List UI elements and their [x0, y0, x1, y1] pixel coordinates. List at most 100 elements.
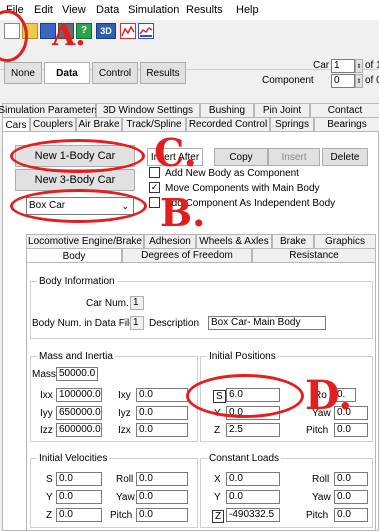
- tab-adhesion[interactable]: Adhesion: [144, 234, 196, 248]
- constant-loads-title: Constant Loads: [207, 453, 282, 464]
- roll-load-field[interactable]: 0.0: [334, 472, 368, 486]
- tab-recorded-control[interactable]: Recorded Control: [186, 117, 270, 131]
- tab-simulation-parameters[interactable]: Simulation Parameters: [0, 103, 100, 117]
- pitch-load-field[interactable]: 0.0: [334, 508, 368, 522]
- tab-track-spline[interactable]: Track/Spline: [122, 117, 186, 131]
- run-plot-line-icon: [139, 26, 153, 37]
- tab-resistance[interactable]: Resistance: [252, 248, 376, 262]
- data-mode-button[interactable]: Data: [44, 62, 90, 84]
- roll-load-label: Roll: [312, 474, 330, 485]
- tab-3d-window-settings[interactable]: 3D Window Settings: [96, 103, 200, 117]
- car-label: Car: [313, 60, 330, 71]
- car-num-label: Car Num.: [86, 298, 129, 309]
- mass-inertia-title: Mass and Inertia: [37, 351, 115, 362]
- annotation-b: B.: [160, 190, 206, 235]
- x-load-field[interactable]: 0.0: [226, 472, 280, 486]
- pitch-position-field[interactable]: 0.0: [334, 423, 368, 437]
- results-mode-button[interactable]: Results: [140, 62, 186, 84]
- izx-field[interactable]: 0.0: [136, 423, 188, 437]
- initial-positions-title: Initial Positions: [207, 351, 278, 362]
- description-field[interactable]: Box Car- Main Body: [208, 316, 326, 330]
- car-num-field: 1: [130, 296, 144, 310]
- menu-view[interactable]: View: [62, 4, 86, 16]
- yaw-load-field[interactable]: 0.0: [334, 490, 368, 504]
- component-of-label: of 0: [365, 75, 379, 86]
- menu-bar: File Edit View Data Simulation Results H…: [0, 0, 379, 20]
- y-load-field[interactable]: 0.0: [226, 490, 280, 504]
- tab-brake[interactable]: Brake: [272, 234, 314, 248]
- menu-results[interactable]: Results: [186, 4, 223, 16]
- annotation-a: A.: [52, 18, 86, 53]
- tab-wheels-axles[interactable]: Wheels & Axles: [196, 234, 272, 248]
- ixx-label: Ixx: [40, 390, 53, 401]
- iyy-field[interactable]: 650000.0: [56, 406, 102, 420]
- tab-bushing[interactable]: Bushing: [200, 103, 254, 117]
- tab-locomotive-engine-brake[interactable]: Locomotive Engine/Brake: [26, 234, 144, 248]
- roll-velocity-label: Roll: [116, 474, 134, 485]
- tab-degrees-of-freedom[interactable]: Degrees of Freedom: [122, 248, 252, 262]
- pitch-velocity-label: Pitch: [110, 510, 133, 521]
- menu-help[interactable]: Help: [236, 4, 259, 16]
- add-component-independent-checkbox[interactable]: [149, 197, 160, 208]
- menu-edit[interactable]: Edit: [34, 4, 53, 16]
- run-plot-icon[interactable]: [138, 23, 154, 39]
- s-velocity-label: S: [46, 474, 53, 485]
- delete-button[interactable]: Delete: [322, 148, 368, 166]
- copy-button[interactable]: Copy: [214, 148, 268, 166]
- yaw-velocity-label: Yaw: [116, 492, 135, 503]
- control-mode-button[interactable]: Control: [92, 62, 138, 84]
- tab-graphics[interactable]: Graphics: [314, 234, 376, 248]
- sub-tabs-row1: Locomotive Engine/Brake Adhesion Wheels …: [26, 234, 376, 248]
- annotation-ring-c: [10, 139, 145, 173]
- body-info-group: Body Information: [30, 276, 373, 339]
- none-mode-button[interactable]: None: [4, 62, 42, 84]
- tab-couplers[interactable]: Couplers: [30, 117, 76, 131]
- z-position-label: Z: [214, 425, 221, 436]
- menu-simulation[interactable]: Simulation: [128, 4, 179, 16]
- roll-velocity-field[interactable]: 0.0: [136, 472, 188, 486]
- body-num-label: Body Num. in Data File: [32, 318, 135, 329]
- menu-data[interactable]: Data: [96, 4, 119, 16]
- z-velocity-field[interactable]: 0.0: [56, 508, 102, 522]
- pitch-velocity-field[interactable]: 0.0: [136, 508, 188, 522]
- z-load-field[interactable]: -490332.5: [226, 508, 280, 522]
- component-label: Component: [262, 75, 314, 86]
- z-position-field[interactable]: 2.5: [226, 423, 280, 437]
- car-spinner[interactable]: 1: [331, 59, 355, 73]
- top-tabs-row2: Cars Couplers Air Brake Track/Spline Rec…: [2, 117, 379, 132]
- car-spin-icon[interactable]: ⇕: [355, 59, 363, 73]
- tab-body[interactable]: Body: [26, 248, 122, 263]
- izz-field[interactable]: 600000.0: [56, 423, 102, 437]
- izz-label: Izz: [40, 425, 53, 436]
- component-spin-icon[interactable]: ⇕: [355, 74, 363, 88]
- tab-contact[interactable]: Contact: [310, 103, 379, 117]
- yaw-velocity-field[interactable]: 0.0: [136, 490, 188, 504]
- ixy-field[interactable]: 0.0: [136, 388, 188, 402]
- mass-field[interactable]: 50000.0: [56, 367, 98, 381]
- s-velocity-field[interactable]: 0.0: [56, 472, 102, 486]
- y-velocity-field[interactable]: 0.0: [56, 490, 102, 504]
- body-num-field: 1: [130, 316, 144, 330]
- yaw-load-label: Yaw: [312, 492, 331, 503]
- tab-springs[interactable]: Springs: [270, 117, 314, 131]
- y-velocity-label: Y: [46, 492, 53, 503]
- component-spinner[interactable]: 0: [331, 74, 355, 88]
- tab-air-brake[interactable]: Air Brake: [76, 117, 122, 131]
- izx-label: Izx: [118, 425, 131, 436]
- ixy-label: Ixy: [118, 390, 131, 401]
- insert-button[interactable]: Insert: [268, 148, 320, 166]
- plot-icon[interactable]: [120, 23, 136, 39]
- tab-pin-joint[interactable]: Pin Joint: [254, 103, 310, 117]
- iyz-field[interactable]: 0.0: [136, 406, 188, 420]
- tab-cars[interactable]: Cars: [2, 117, 30, 132]
- z-velocity-label: Z: [46, 510, 53, 521]
- ixx-field[interactable]: 100000.0: [56, 388, 102, 402]
- plot-line-icon: [121, 25, 135, 37]
- 3d-window-icon[interactable]: 3D: [96, 23, 116, 39]
- body-info-title: Body Information: [37, 276, 117, 287]
- annotation-c: C.: [154, 130, 197, 175]
- tab-bearings[interactable]: Bearings: [314, 117, 379, 131]
- move-components-checkbox[interactable]: ✓: [149, 182, 160, 193]
- x-load-label: X: [214, 474, 221, 485]
- top-tabs-row1: Simulation Parameters 3D Window Settings…: [0, 103, 379, 117]
